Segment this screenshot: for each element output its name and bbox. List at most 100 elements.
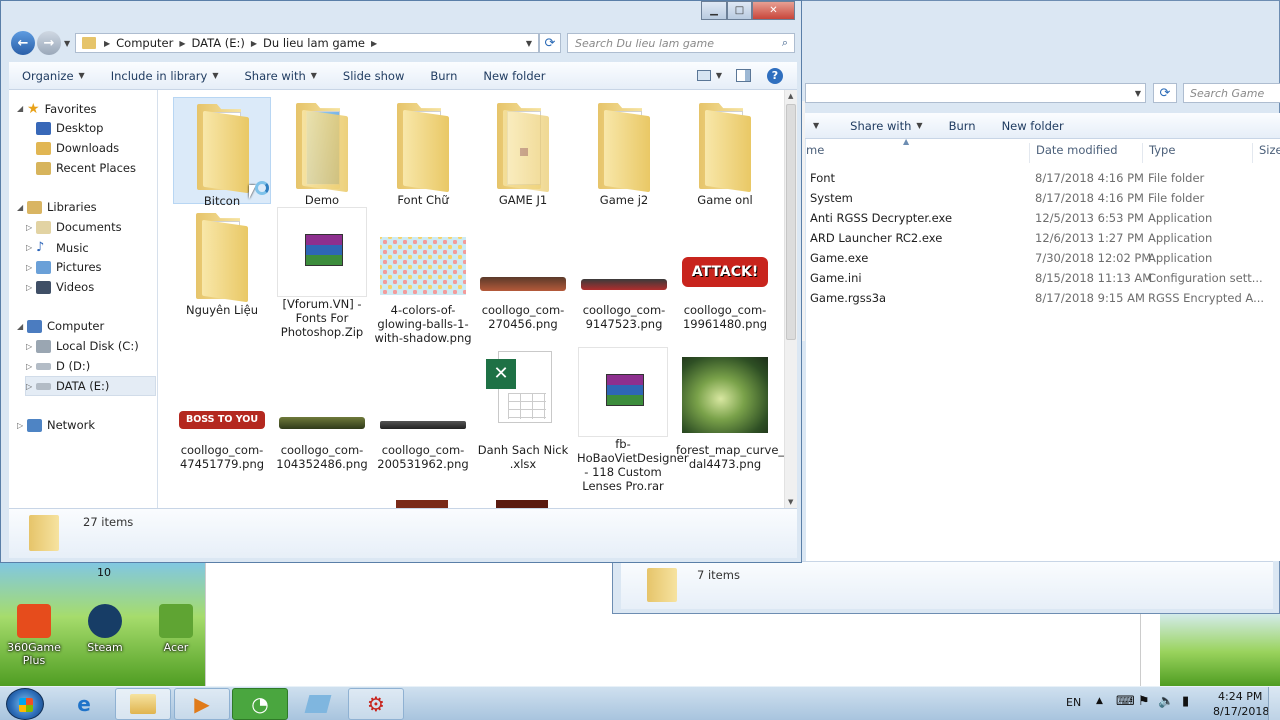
collapse-arrow-icon[interactable]: ▷: [26, 263, 32, 272]
include-in-library-button[interactable]: Include in library ▼: [98, 69, 232, 83]
file-tile-forest-map[interactable]: forest_map_curve_by_davidbrowne-dal4473.…: [676, 347, 784, 471]
nav-music[interactable]: ♪ Music: [36, 240, 89, 255]
table-row[interactable]: Game.exe 7/30/2018 12:02 PM Application: [810, 251, 1280, 270]
clock-time[interactable]: 4:24 PM: [1218, 690, 1262, 703]
nav-downloads[interactable]: Downloads: [36, 141, 119, 155]
search-input[interactable]: Search Game: [1183, 83, 1280, 103]
file-tile-game-j1[interactable]: GAME J1: [474, 97, 572, 207]
table-row[interactable]: Game.ini 8/15/2018 11:13 AM Configuration …: [810, 271, 1280, 290]
file-tile-coollogo-104352486[interactable]: coollogo_com-104352486.png: [273, 347, 371, 471]
share-with-button[interactable]: Share with ▼: [232, 69, 330, 83]
collapse-arrow-icon[interactable]: ▷: [26, 382, 32, 391]
volume-icon[interactable]: 🔈: [1158, 694, 1174, 709]
file-tile-coollogo-200531962[interactable]: coollogo_com-200531962.png: [374, 347, 472, 471]
table-row[interactable]: System 8/17/2018 4:16 PM File folder: [810, 191, 1280, 210]
nav-data-e[interactable]: DATA (E:): [36, 379, 109, 393]
help-button[interactable]: ?: [759, 67, 797, 84]
column-header-size[interactable]: Size: [1252, 143, 1280, 163]
column-header-date[interactable]: Date modified: [1029, 143, 1118, 163]
close-button[interactable]: ✕: [752, 1, 795, 20]
file-tile-game-j2[interactable]: Game j2: [575, 97, 673, 207]
forward-button[interactable]: →: [37, 31, 61, 55]
desktop-icon-360game[interactable]: 360Game Plus: [2, 604, 66, 667]
search-icon[interactable]: ⌕: [782, 36, 788, 50]
expand-arrow-icon[interactable]: ◢: [17, 322, 23, 331]
address-bar[interactable]: ▼: [805, 83, 1146, 103]
expand-arrow-icon[interactable]: ◢: [17, 104, 23, 113]
file-tile-coollogo-47451779[interactable]: BOSS TO YOU coollogo_com-47451779.png: [173, 347, 271, 471]
breadcrumb-du-lieu-lam-game[interactable]: Du lieu lam game: [263, 36, 365, 50]
minimize-button[interactable]: ▁: [701, 1, 727, 20]
taskbar-rpg-maker[interactable]: ⚙: [348, 688, 404, 720]
scroll-down-icon[interactable]: ▼: [788, 498, 793, 506]
desktop-icon-steam[interactable]: Steam: [73, 604, 137, 654]
taskbar-app-green[interactable]: ◔: [232, 688, 288, 720]
collapse-arrow-icon[interactable]: ▷: [26, 243, 32, 252]
action-center-flag-icon[interactable]: ⚑: [1138, 694, 1150, 709]
network-icon[interactable]: ▮: [1182, 694, 1189, 709]
table-row[interactable]: Game.rgss3a 8/17/2018 9:15 AM RGSS Encrypt…: [810, 291, 1280, 310]
nav-computer[interactable]: Computer: [27, 319, 104, 333]
nav-favorites[interactable]: ★ Favorites: [27, 101, 97, 117]
scrollbar-thumb[interactable]: [786, 104, 796, 340]
refresh-button[interactable]: ⟳: [1153, 83, 1177, 103]
taskbar-media-player[interactable]: ▶: [174, 688, 230, 720]
file-tile-game-onl[interactable]: Game onl: [676, 97, 774, 207]
chevron-down-icon[interactable]: ▼: [1135, 89, 1141, 98]
column-header-type[interactable]: Type: [1142, 143, 1175, 163]
start-button[interactable]: [6, 688, 44, 720]
refresh-button[interactable]: ⟳: [539, 33, 561, 53]
nav-network[interactable]: Network: [27, 418, 95, 432]
file-tile-coollogo-270456[interactable]: coollogo_com-270456.png: [474, 207, 572, 331]
file-tile-coollogo-9147523[interactable]: coollogo_com-9147523.png: [575, 207, 673, 331]
file-tile-nguyen-lieu[interactable]: Nguyên Liệu: [173, 207, 271, 317]
nav-pictures[interactable]: Pictures: [36, 260, 102, 274]
scroll-up-icon[interactable]: ▲: [788, 92, 793, 100]
table-row[interactable]: Font 8/17/2018 4:16 PM File folder: [810, 171, 1280, 190]
collapse-arrow-icon[interactable]: ▷: [26, 223, 32, 232]
address-bar[interactable]: ▶ Computer ▶ DATA (E:) ▶ Du lieu lam gam…: [75, 33, 539, 53]
clock-date[interactable]: 8/17/2018: [1213, 705, 1269, 718]
collapse-arrow-icon[interactable]: ▷: [26, 283, 32, 292]
taskbar-app-notebook[interactable]: [290, 688, 346, 720]
breadcrumb-data-e[interactable]: DATA (E:): [191, 36, 244, 50]
collapse-arrow-icon[interactable]: ▷: [26, 362, 32, 371]
slide-show-button[interactable]: Slide show: [330, 69, 417, 83]
tray-usb-icon[interactable]: ⌨: [1116, 694, 1135, 709]
back-button[interactable]: ←: [11, 31, 35, 55]
search-input[interactable]: Search Du lieu lam game ⌕: [567, 33, 795, 53]
taskbar-file-explorer[interactable]: [115, 688, 171, 720]
show-hidden-icons-icon[interactable]: ▲: [1096, 696, 1103, 706]
burn-button[interactable]: Burn: [417, 69, 470, 83]
new-folder-button[interactable]: New folder: [470, 69, 558, 83]
collapse-arrow-icon[interactable]: ▷: [17, 421, 23, 430]
breadcrumb-computer[interactable]: Computer: [116, 36, 173, 50]
file-tile-danh-sach-nick[interactable]: ✕ Danh Sach Nick .xlsx: [474, 347, 572, 471]
language-indicator[interactable]: EN: [1066, 696, 1081, 709]
nav-videos[interactable]: Videos: [36, 280, 94, 294]
view-options-button[interactable]: ▼: [691, 70, 728, 81]
chevron-down-icon[interactable]: ▼: [813, 121, 819, 130]
file-tile-hobaoviet-lenses[interactable]: fb-HoBaoVietDesigner - 118 Custom Lenses…: [577, 347, 689, 493]
expand-arrow-icon[interactable]: ◢: [17, 203, 23, 212]
burn-button[interactable]: Burn: [936, 119, 989, 133]
table-row[interactable]: ARD Launcher RC2.exe 12/6/2013 1:27 PM App…: [810, 231, 1280, 250]
nav-documents[interactable]: Documents: [36, 220, 122, 234]
table-row[interactable]: Anti RGSS Decrypter.exe 12/5/2013 6:53 PM…: [810, 211, 1280, 230]
column-header-name[interactable]: me: [806, 143, 824, 163]
preview-pane-button[interactable]: [728, 69, 759, 82]
desktop-icon-acer[interactable]: Acer: [144, 604, 208, 654]
taskbar-internet-explorer[interactable]: e: [56, 688, 112, 720]
chevron-down-icon[interactable]: ▼: [526, 39, 532, 48]
share-with-button[interactable]: Share with ▼: [837, 119, 935, 133]
nav-local-disk-c[interactable]: Local Disk (C:): [36, 339, 139, 353]
file-tile-vforum-fonts[interactable]: [Vforum.VN] - Fonts For Photoshop.Zip: [276, 207, 368, 339]
nav-d-drive[interactable]: D (D:): [36, 359, 90, 373]
recent-pages-chevron-icon[interactable]: ▼: [64, 39, 70, 48]
file-tile-glowing-balls[interactable]: 4-colors-of-glowing-balls-1-with-shadow.…: [374, 207, 472, 345]
nav-desktop[interactable]: Desktop: [36, 121, 103, 135]
nav-recent-places[interactable]: Recent Places: [36, 161, 136, 175]
file-tile-font-chu[interactable]: Font Chữ: [374, 97, 472, 207]
file-tile-coollogo-19961480[interactable]: ATTACK! coollogo_com-19961480.png: [676, 207, 774, 331]
file-tile-demo[interactable]: Demo: [273, 97, 371, 207]
